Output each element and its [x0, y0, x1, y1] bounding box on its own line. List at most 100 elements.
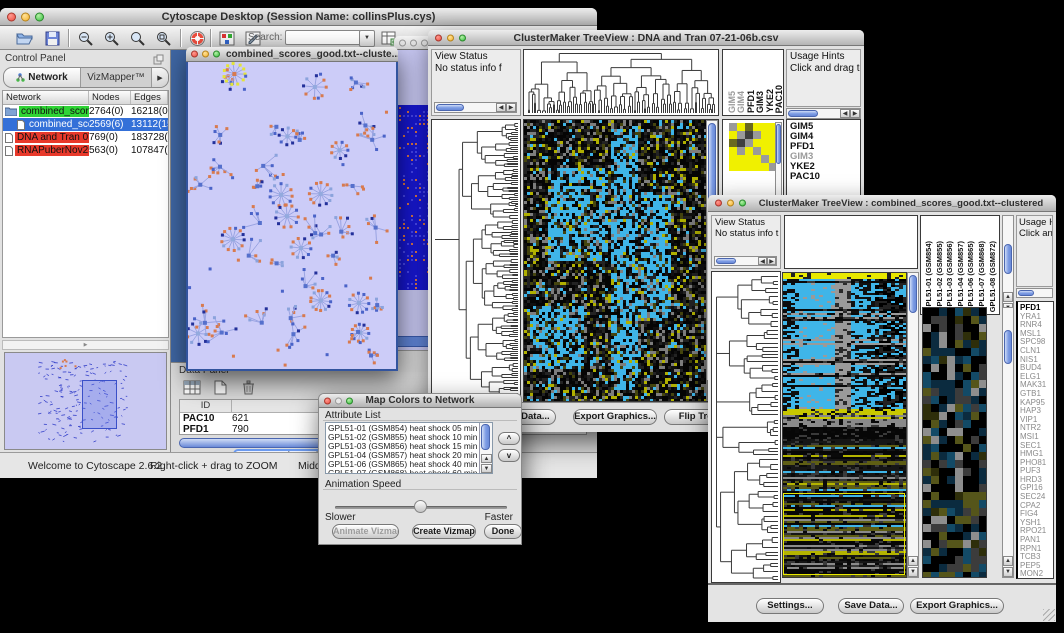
overview-splitter[interactable]: ▶	[2, 340, 169, 350]
column-label[interactable]: PAC10	[774, 85, 784, 113]
treeview1-titlebar[interactable]: ClusterMaker TreeView : DNA and Tran 07-…	[428, 30, 864, 46]
scroll-right-arrow[interactable]: ▶	[767, 257, 776, 265]
attribute-select-button[interactable]	[181, 378, 203, 396]
scroll-down-arrow[interactable]: ▼	[908, 567, 918, 577]
matrix-cell[interactable]	[761, 139, 769, 147]
animate-vizmap-button[interactable]: Animate Vizmap	[332, 524, 399, 539]
search-dropdown-button[interactable]: ▼	[359, 30, 375, 47]
matrix-cell[interactable]	[753, 139, 761, 147]
gene-label[interactable]: MON2	[1020, 570, 1053, 579]
vizmapper-tool-button[interactable]	[216, 29, 238, 47]
scrollbar-thumb[interactable]	[776, 124, 781, 164]
matrix-cell[interactable]	[729, 147, 737, 155]
matrix-cell[interactable]	[737, 139, 745, 147]
scroll-up-arrow[interactable]: ▲	[1003, 556, 1013, 566]
move-up-button[interactable]: ^	[498, 432, 520, 445]
close-button[interactable]	[399, 39, 406, 46]
minimize-button[interactable]	[447, 34, 454, 41]
column-label[interactable]: GPL51-04 (GSM857)	[956, 241, 965, 312]
zoom-out-button[interactable]	[74, 29, 96, 47]
export-graphics-button[interactable]: Export Graphics...	[573, 409, 657, 425]
tv1-heatmap-canvas[interactable]	[524, 120, 706, 401]
close-button[interactable]	[715, 200, 722, 207]
tv1-column-labels[interactable]: GIM5GIM4PFD1GIM3YKE2PAC10	[722, 49, 784, 116]
matrix-cell[interactable]	[729, 123, 737, 131]
matrix-cell[interactable]	[737, 147, 745, 155]
matrix-cell[interactable]	[729, 139, 737, 147]
network-tree-row[interactable]: RNAPuberNov2+I563(0)107847(0)	[3, 144, 168, 157]
minimize-button[interactable]	[21, 12, 30, 21]
matrix-cell[interactable]	[745, 163, 753, 171]
network-tree-row[interactable]: combined_scores2764(0)16218(0)	[3, 105, 168, 118]
tv2-zoom-heatmap-canvas[interactable]	[923, 308, 986, 577]
row-label[interactable]: PAC10	[790, 172, 860, 182]
matrix-cell[interactable]	[729, 131, 737, 139]
new-attribute-button[interactable]	[209, 378, 231, 396]
network-table-header-cell[interactable]: Edges	[131, 91, 168, 104]
attribute-list-vscrollbar[interactable]: ▲ ▼	[479, 423, 492, 473]
tv2-column-labels[interactable]: GPL51-01 (GSM854)GPL51-02 (GSM855)GPL51-…	[920, 215, 1000, 315]
attribute-list-item[interactable]: GPL51-03 (GSM856) heat shock 15 min	[326, 442, 478, 451]
scroll-down-arrow[interactable]: ▼	[481, 464, 492, 473]
scrollbar-thumb[interactable]	[1004, 244, 1012, 274]
attribute-list[interactable]: GPL51-01 (GSM854) heat shock 05 minGPL51…	[325, 422, 493, 474]
animation-speed-slider-thumb[interactable]	[414, 500, 427, 513]
tv2-column-dendrogram-panel[interactable]	[784, 215, 918, 269]
zoom-button[interactable]	[459, 34, 466, 41]
attribute-list-item[interactable]: GPL51-04 (GSM857) heat shock 20 min	[326, 451, 478, 460]
resize-grip[interactable]	[1043, 609, 1055, 621]
zoom-button[interactable]	[739, 200, 746, 207]
help-button[interactable]	[186, 29, 208, 47]
column-label[interactable]: GPL51-01 (GSM854)	[924, 241, 933, 312]
network-tree-row[interactable]: combined_sco2569(6)13112(15)	[3, 118, 168, 131]
scrollbar-thumb[interactable]	[909, 275, 917, 313]
scrollbar-thumb[interactable]	[436, 104, 464, 111]
move-down-button[interactable]: v	[498, 449, 520, 462]
zoom-button[interactable]	[346, 397, 353, 404]
matrix-cell[interactable]	[753, 131, 761, 139]
matrix-cell[interactable]	[745, 131, 753, 139]
scrollbar-thumb[interactable]	[788, 110, 818, 117]
minimize-button[interactable]	[727, 200, 734, 207]
close-button[interactable]	[324, 397, 331, 404]
zoom-button[interactable]	[35, 12, 44, 21]
export-graphics-button[interactable]: Export Graphics...	[910, 598, 1004, 614]
tv2-zoom-vscrollbar[interactable]: ▲ ▼	[1002, 307, 1014, 578]
zoom-button[interactable]	[213, 51, 220, 58]
scroll-left-arrow[interactable]: ◀	[758, 257, 767, 265]
column-label[interactable]: GPL51-02 (GSM855)	[935, 241, 944, 312]
create-vizmap-button[interactable]: Create Vizmap	[412, 524, 476, 539]
treeview2-titlebar[interactable]: ClusterMaker TreeView : combined_scores_…	[708, 195, 1056, 212]
scrollbar-thumb[interactable]	[481, 424, 490, 450]
close-button[interactable]	[435, 34, 442, 41]
network-tree-row[interactable]: DNA and Tran 07769(0)183728(0)	[3, 131, 168, 144]
tab-vizmapper[interactable]: VizMapper™	[81, 68, 151, 87]
matrix-cell[interactable]	[737, 131, 745, 139]
matrix-cell[interactable]	[753, 155, 761, 163]
scroll-right-arrow[interactable]: ▶	[850, 109, 860, 118]
close-button[interactable]	[7, 12, 16, 21]
scroll-left-arrow[interactable]: ◀	[496, 103, 506, 112]
scrollbar-thumb[interactable]	[716, 258, 736, 264]
tv2-labels-vscrollbar[interactable]: ▲ ▼	[1002, 215, 1014, 315]
network-overview-canvas[interactable]	[6, 354, 164, 448]
scroll-up-arrow[interactable]: ▲	[481, 454, 492, 463]
zoom-button[interactable]	[421, 39, 428, 46]
matrix-cell[interactable]	[761, 123, 769, 131]
scroll-down-arrow[interactable]: ▼	[1003, 567, 1013, 577]
matrix-cell[interactable]	[753, 163, 761, 171]
column-label[interactable]: GPL51-03 (GSM856)	[945, 241, 954, 312]
minimize-button[interactable]	[202, 51, 209, 58]
close-button[interactable]	[191, 51, 198, 58]
tv1-similarity-matrix[interactable]	[729, 123, 777, 171]
network-table-header-cell[interactable]: Nodes	[89, 91, 131, 104]
matrix-cell[interactable]	[761, 163, 769, 171]
scroll-up-arrow[interactable]: ▲	[908, 556, 918, 566]
attribute-list-item[interactable]: GPL51-06 (GSM865) heat shock 40 min	[326, 460, 478, 469]
tv2-row-dendrogram-canvas[interactable]	[712, 272, 780, 582]
save-data-button[interactable]: Save Data...	[838, 598, 904, 614]
scroll-left-arrow[interactable]: ◀	[840, 109, 850, 118]
matrix-cell[interactable]	[761, 131, 769, 139]
zoom-fit-button[interactable]	[152, 29, 174, 47]
attribute-list-item[interactable]: GPL51-07 (GSM868) heat shock 60 min	[326, 469, 478, 474]
